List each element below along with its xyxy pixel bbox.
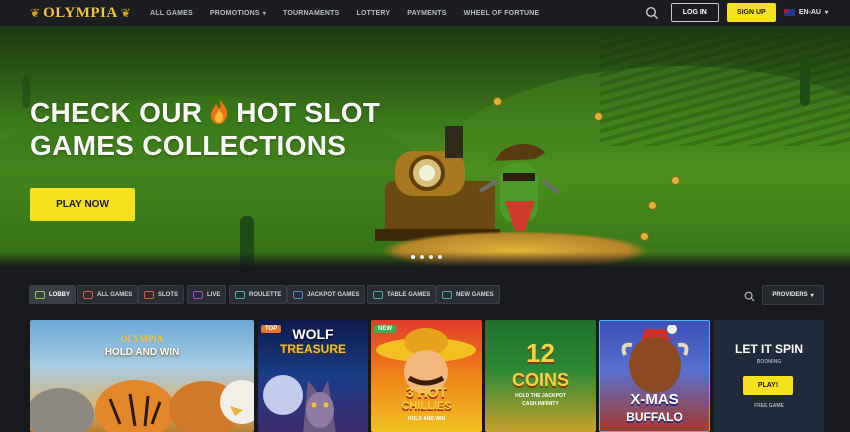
category-label: TABLE GAMES xyxy=(387,291,431,298)
game-title: BUFFALO xyxy=(626,410,683,424)
nav-payments[interactable]: PAYMENTS xyxy=(407,10,446,17)
providers-dropdown[interactable]: PROVIDERS ▾ xyxy=(762,285,824,305)
category-table-games[interactable]: TABLE GAMES xyxy=(367,285,437,304)
jackpot-icon xyxy=(293,290,303,299)
game-title: HOLD AND WIN xyxy=(104,347,180,358)
game-tile-wolf-treasure[interactable]: TOP WOLF TREASURE xyxy=(258,320,368,432)
category-label: LOBBY xyxy=(49,291,70,298)
category-slots[interactable]: SLOTS xyxy=(138,285,185,304)
lobby-icon xyxy=(35,290,45,299)
game-tile-olympia-hold-and-win[interactable]: OLYMPIA HOLD AND WIN xyxy=(30,320,254,432)
carousel-dot[interactable] xyxy=(411,255,415,259)
category-label: ALL GAMES xyxy=(97,291,133,298)
game-tile-3-hot-chillies[interactable]: NEW 3 HOT CHILLIES HOLD AND WIN xyxy=(371,320,482,432)
hero-field-rows xyxy=(600,36,850,146)
language-label: EN-AU xyxy=(798,9,821,16)
game-subtitle: HOLD AND WIN xyxy=(407,416,446,422)
live-icon xyxy=(193,290,203,299)
carousel-dot[interactable] xyxy=(438,255,442,259)
coin-icon xyxy=(648,201,657,210)
play-now-button[interactable]: PLAY NOW xyxy=(30,188,135,221)
category-label: LIVE xyxy=(207,291,221,298)
nav-wheel-of-fortune[interactable]: WHEEL OF FORTUNE xyxy=(464,10,540,17)
tiger-illustration xyxy=(30,380,254,432)
play-game-button[interactable]: PLAY! xyxy=(743,376,793,395)
wolf-illustration xyxy=(263,375,336,432)
game-title: X-MAS xyxy=(630,391,679,408)
search-icon[interactable] xyxy=(645,6,659,20)
nav-promotions[interactable]: PROMOTIONS ▾ xyxy=(210,10,266,17)
game-title: 12 xyxy=(526,338,555,368)
category-label: NEW GAMES xyxy=(456,291,494,298)
cactus-decoration xyxy=(22,76,30,108)
carousel-dot[interactable] xyxy=(420,255,424,259)
search-icon[interactable] xyxy=(744,289,755,307)
nav-lottery[interactable]: LOTTERY xyxy=(356,10,390,17)
fire-icon xyxy=(208,97,230,125)
all-games-icon xyxy=(83,290,93,299)
coin-icon xyxy=(671,176,680,185)
nav-tournaments[interactable]: TOURNAMENTS xyxy=(283,10,340,17)
category-label: ROULETTE xyxy=(249,291,282,298)
game-tile-let-it-spin[interactable]: LET IT SPIN BOOMING PLAY! FREE GAME xyxy=(714,320,824,432)
coin-icon xyxy=(640,232,649,241)
category-all-games[interactable]: ALL GAMES xyxy=(77,285,139,304)
chevron-down-icon: ▾ xyxy=(824,10,828,16)
coin-icon xyxy=(594,112,603,121)
game-title: LET IT SPIN xyxy=(734,342,803,356)
nav-promotions-label: PROMOTIONS xyxy=(209,9,260,17)
nav-all-games[interactable]: ALL GAMES xyxy=(150,10,193,17)
category-live[interactable]: LIVE xyxy=(187,285,227,304)
coin-icon xyxy=(493,97,502,106)
login-button[interactable]: LOG IN xyxy=(670,3,719,22)
category-jackpot-games[interactable]: JACKPOT GAMES xyxy=(287,285,366,304)
game-tile-x-mas-buffalo[interactable]: X-MAS BUFFALO xyxy=(599,320,710,432)
game-grid: OLYMPIA HOLD AND WIN TOP WOLF TREASURE N… xyxy=(0,320,850,432)
logo-text: OLYMPIA xyxy=(43,4,118,21)
game-subtitle: HOLD THE JACKPOT xyxy=(515,393,566,399)
chevron-down-icon: ▾ xyxy=(810,292,814,299)
carousel-dots xyxy=(411,255,442,259)
providers-label: PROVIDERS xyxy=(772,292,808,298)
nav-actions: LOG IN SIGN UP EN-AU ▾ xyxy=(645,3,828,22)
laurel-right-icon: ❦ xyxy=(120,6,131,20)
top-nav: ❦ OLYMPIA ❦ ALL GAMES PROMOTIONS ▾ TOURN… xyxy=(0,0,850,26)
hero-title: CHECK OUR HOT SLOT GAMES COLLECTIONS xyxy=(30,96,430,162)
new-games-icon xyxy=(442,290,452,299)
australia-flag-icon xyxy=(783,9,795,16)
game-title: COINS xyxy=(511,370,569,390)
free-game-link[interactable]: FREE GAME xyxy=(714,403,824,409)
category-label: SLOTS xyxy=(158,291,179,298)
game-title: CHILLIES xyxy=(401,400,452,412)
category-label: JACKPOT GAMES xyxy=(307,291,360,298)
signup-button[interactable]: SIGN UP xyxy=(726,3,776,22)
language-selector[interactable]: EN-AU ▾ xyxy=(783,9,828,16)
game-subtitle: CASH INFINITY xyxy=(522,401,559,407)
game-brand: OLYMPIA xyxy=(120,334,164,344)
game-title: 3 HOT xyxy=(405,384,448,400)
game-title: WOLF xyxy=(292,326,334,342)
category-new-games[interactable]: NEW GAMES xyxy=(436,285,500,304)
hero-title-part: CHECK OUR xyxy=(30,97,203,128)
category-bar: LOBBY ALL GAMES SLOTS LIVE ROULETTE JACK… xyxy=(0,285,850,305)
category-roulette[interactable]: ROULETTE xyxy=(229,285,288,304)
slots-icon xyxy=(144,290,154,299)
main-nav: ALL GAMES PROMOTIONS ▾ TOURNAMENTS LOTTE… xyxy=(150,10,556,17)
hero-title-part: HOT SLOT xyxy=(236,97,381,128)
buffalo-illustration xyxy=(621,325,689,393)
cactus-decoration xyxy=(800,56,810,106)
laurel-left-icon: ❦ xyxy=(30,6,41,20)
category-lobby[interactable]: LOBBY xyxy=(29,285,76,304)
chevron-down-icon: ▾ xyxy=(262,10,266,17)
hero-title-line2: GAMES COLLECTIONS xyxy=(30,130,347,161)
carousel-dot[interactable] xyxy=(429,255,433,259)
roulette-icon xyxy=(235,290,245,299)
game-title: TREASURE xyxy=(279,342,346,356)
game-tile-12-coins[interactable]: 12 COINS HOLD THE JACKPOT CASH INFINITY xyxy=(485,320,596,432)
hero-banner[interactable]: CHECK OUR HOT SLOT GAMES COLLECTIONS PLAY… xyxy=(0,26,850,267)
game-provider: BOOMING xyxy=(756,359,782,365)
table-games-icon xyxy=(373,290,383,299)
logo[interactable]: ❦ OLYMPIA ❦ xyxy=(30,4,131,22)
